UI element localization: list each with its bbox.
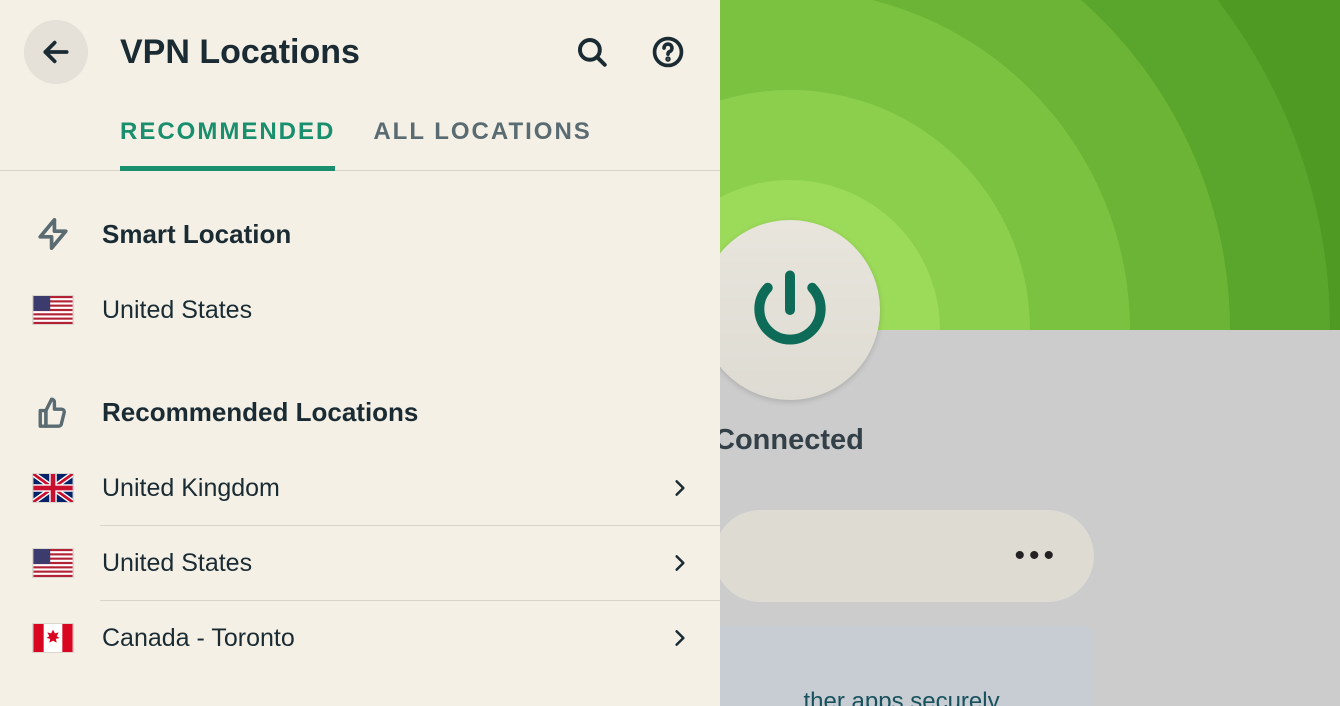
- info-card: ther apps securely.: [720, 626, 1094, 706]
- help-button[interactable]: [648, 32, 688, 72]
- locations-list: Smart Location United States Recommended…: [0, 171, 720, 706]
- recommended-header: Recommended Locations: [0, 373, 720, 451]
- location-name: United States: [102, 549, 668, 578]
- location-pill[interactable]: •••: [720, 510, 1094, 602]
- back-arrow-icon: [40, 36, 72, 68]
- panel-header: VPN Locations: [0, 0, 720, 100]
- tab-all-locations[interactable]: ALL LOCATIONS: [373, 118, 591, 170]
- info-card-text: ther apps securely.: [720, 688, 1094, 706]
- chevron-right-icon: [668, 551, 692, 575]
- chevron-right-icon: [668, 476, 692, 500]
- location-name: Canada - Toronto: [102, 624, 668, 653]
- flag-us-icon: [32, 548, 74, 578]
- power-icon: [744, 264, 836, 356]
- location-item-ca[interactable]: Canada - Toronto: [0, 601, 720, 675]
- smart-location-item[interactable]: United States: [0, 273, 720, 347]
- smart-location-title: Smart Location: [102, 219, 291, 250]
- flag-uk-icon: [32, 473, 74, 503]
- tab-recommended[interactable]: RECOMMENDED: [120, 118, 335, 171]
- flag-ca-icon: [32, 623, 74, 653]
- help-icon: [651, 35, 685, 69]
- location-tabs: RECOMMENDED ALL LOCATIONS: [0, 100, 720, 171]
- more-options-button[interactable]: •••: [1014, 539, 1058, 573]
- back-button[interactable]: [24, 20, 88, 84]
- search-button[interactable]: [572, 32, 612, 72]
- location-name: United Kingdom: [102, 474, 668, 503]
- main-app-panel: Connected ••• ther apps securely.: [720, 0, 1340, 706]
- connection-status: Connected: [720, 424, 864, 457]
- smart-location-name: United States: [102, 296, 692, 325]
- smart-location-header: Smart Location: [0, 195, 720, 273]
- location-item-uk[interactable]: United Kingdom: [0, 451, 720, 525]
- chevron-right-icon: [668, 626, 692, 650]
- location-item-us[interactable]: United States: [0, 526, 720, 600]
- lightning-icon: [32, 217, 74, 251]
- locations-panel: VPN Locations RECOMMENDED ALL LOCATIONS …: [0, 0, 720, 706]
- search-icon: [575, 35, 609, 69]
- header-actions: [572, 32, 688, 72]
- recommended-title: Recommended Locations: [102, 397, 418, 428]
- thumbs-up-icon: [32, 395, 74, 429]
- flag-us-icon: [32, 295, 74, 325]
- page-title: VPN Locations: [120, 33, 572, 72]
